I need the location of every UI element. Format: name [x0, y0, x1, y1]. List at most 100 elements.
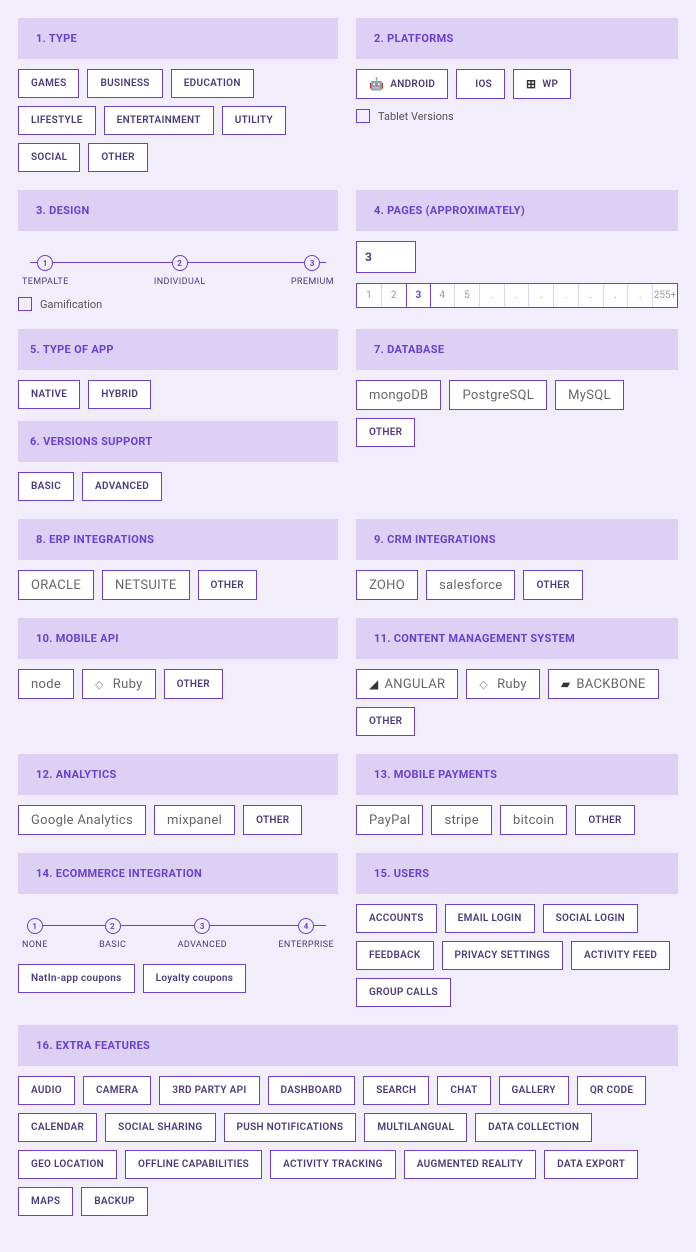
option-chip[interactable]: SOCIAL [18, 143, 80, 172]
slider-node-advanced[interactable]: 3ADVANCED [178, 918, 227, 950]
other-chip[interactable]: OTHER [356, 418, 415, 447]
pager-cell[interactable]: . [554, 284, 579, 307]
option-chip[interactable]: SEARCH [363, 1076, 429, 1105]
pager-cell[interactable]: . [529, 284, 554, 307]
option-chip[interactable]: FEEDBACK [356, 941, 434, 970]
section-cms: 11. CONTENT MANAGEMENT SYSTEM ◢ANGULAR R… [356, 618, 678, 736]
slider-node-premium[interactable]: 3PREMIUM [291, 255, 334, 287]
pager-cell[interactable]: 2 [382, 284, 407, 307]
logo-chip[interactable]: stripe [431, 805, 492, 835]
platform-android[interactable]: 🤖ANDROID [356, 69, 448, 99]
option-chip[interactable]: GROUP CALLS [356, 978, 451, 1007]
pager-cell[interactable]: . [628, 284, 653, 307]
option-chip[interactable]: GAMES [18, 69, 79, 98]
pages-input[interactable] [356, 241, 416, 273]
logo-chip[interactable]: bitcoin [500, 805, 567, 835]
pager-cell[interactable]: 3 [406, 283, 432, 308]
option-chip[interactable]: HYBRID [88, 380, 151, 409]
option-chip[interactable]: ADVANCED [82, 472, 162, 501]
api-ruby[interactable]: Ruby [82, 669, 156, 699]
pager-cell[interactable]: 1 [357, 284, 382, 307]
option-chip[interactable]: CHAT [437, 1076, 490, 1105]
option-chip[interactable]: CALENDAR [18, 1113, 97, 1142]
option-chip[interactable]: OFFLINE CAPABILITIES [125, 1150, 262, 1179]
pager-cell[interactable]: . [579, 284, 604, 307]
logo-chip[interactable]: mixpanel [154, 805, 235, 835]
option-chip[interactable]: CAMERA [83, 1076, 151, 1105]
cms-ruby[interactable]: Ruby [466, 669, 540, 699]
option-chip[interactable]: GEO LOCATION [18, 1150, 117, 1179]
logo-chip[interactable]: mongoDB [356, 380, 441, 410]
option-chip[interactable]: ACCOUNTS [356, 904, 437, 933]
pager-cell[interactable]: . [480, 284, 505, 307]
option-chip[interactable]: BACKUP [81, 1187, 148, 1216]
pager-cell[interactable]: . [604, 284, 629, 307]
other-chip[interactable]: OTHER [198, 570, 257, 600]
option-chip[interactable]: DATA EXPORT [544, 1150, 638, 1179]
logo-chip[interactable]: salesforce [426, 570, 515, 600]
option-chip[interactable]: NATIVE [18, 380, 80, 409]
option-chip[interactable]: ACTIVITY TRACKING [270, 1150, 396, 1179]
logo-chip[interactable]: NETSUITE [102, 570, 190, 600]
logo-chip[interactable]: PostgreSQL [449, 380, 547, 410]
section-versions: 6. VERSIONS SUPPORT BASIC ADVANCED [18, 421, 338, 501]
option-chip[interactable]: QR CODE [577, 1076, 646, 1105]
option-chip[interactable]: ACTIVITY FEED [571, 941, 670, 970]
logo-chip[interactable]: ZOHO [356, 570, 418, 600]
option-chip[interactable]: 3RD PARTY API [159, 1076, 259, 1105]
slider-node-template[interactable]: 1TEMPALTE [22, 255, 69, 287]
option-chip[interactable]: UTILITY [222, 106, 286, 135]
option-chip[interactable]: OTHER [88, 143, 147, 172]
option-chip[interactable]: LIFESTYLE [18, 106, 96, 135]
logo-chip[interactable]: Google Analytics [18, 805, 146, 835]
api-other[interactable]: OTHER [164, 669, 223, 699]
cms-backbone[interactable]: ▰BACKBONE [548, 669, 659, 699]
option-chip[interactable]: EDUCATION [171, 69, 254, 98]
logo-chip[interactable]: ORACLE [18, 570, 94, 600]
slider-node-basic[interactable]: 2BASIC [99, 918, 126, 950]
app-type-options: NATIVE HYBRID [18, 370, 338, 409]
option-chip[interactable]: BASIC [18, 472, 74, 501]
option-chip[interactable]: GALLERY [499, 1076, 569, 1105]
option-chip[interactable]: NatIn-app coupons [18, 964, 135, 993]
platform-ios[interactable]: IOS [456, 69, 505, 99]
other-chip[interactable]: OTHER [243, 805, 302, 835]
option-chip[interactable]: MAPS [18, 1187, 73, 1216]
option-chip[interactable]: Loyalty coupons [143, 964, 247, 993]
pager-cell[interactable]: 5 [455, 284, 480, 307]
cms-other[interactable]: OTHER [356, 707, 415, 736]
option-chip[interactable]: AUDIO [18, 1076, 75, 1105]
pager-cell[interactable]: 255+ [653, 284, 677, 307]
option-chip[interactable]: SOCIAL LOGIN [543, 904, 638, 933]
option-chip[interactable]: SOCIAL SHARING [105, 1113, 215, 1142]
pager-cell[interactable]: . [505, 284, 530, 307]
api-node[interactable]: node [18, 669, 74, 699]
logo-chip[interactable]: PayPal [356, 805, 423, 835]
checkbox-icon[interactable] [356, 109, 370, 123]
design-slider[interactable]: 1TEMPALTE 2INDIVIDUAL 3PREMIUM [22, 255, 334, 287]
slider-node-enterprise[interactable]: 4ENTERPRISE [278, 918, 334, 950]
option-chip[interactable]: EMAIL LOGIN [445, 904, 535, 933]
pager-cell[interactable]: 4 [430, 284, 455, 307]
ecommerce-slider[interactable]: 1NONE 2BASIC 3ADVANCED 4ENTERPRISE [22, 918, 334, 950]
logo-chip[interactable]: MySQL [555, 380, 624, 410]
option-chip[interactable]: AUGMENTED REALITY [404, 1150, 536, 1179]
other-chip[interactable]: OTHER [575, 805, 634, 835]
option-chip[interactable]: DASHBOARD [268, 1076, 356, 1105]
section-ecommerce: 14. ECOMMERCE INTEGRATION 1NONE 2BASIC 3… [18, 853, 338, 993]
option-chip[interactable]: MULTILANGUAL [364, 1113, 467, 1142]
option-chip[interactable]: ENTERTAINMENT [104, 106, 214, 135]
option-chip[interactable]: DATA COLLECTION [475, 1113, 592, 1142]
cms-angular[interactable]: ◢ANGULAR [356, 669, 458, 699]
option-chip[interactable]: PRIVACY SETTINGS [442, 941, 563, 970]
gamification-checkbox[interactable]: Gamification [18, 297, 338, 311]
platform-wp[interactable]: ⊞WP [513, 69, 571, 99]
checkbox-icon[interactable] [18, 297, 32, 311]
tablet-versions-checkbox[interactable]: Tablet Versions [356, 109, 678, 123]
slider-node-none[interactable]: 1NONE [22, 918, 48, 950]
option-chip[interactable]: BUSINESS [87, 69, 162, 98]
other-chip[interactable]: OTHER [523, 570, 582, 600]
slider-node-individual[interactable]: 2INDIVIDUAL [154, 255, 206, 287]
section-title: 6. VERSIONS SUPPORT [18, 421, 338, 462]
option-chip[interactable]: PUSH NOTIFICATIONS [224, 1113, 357, 1142]
